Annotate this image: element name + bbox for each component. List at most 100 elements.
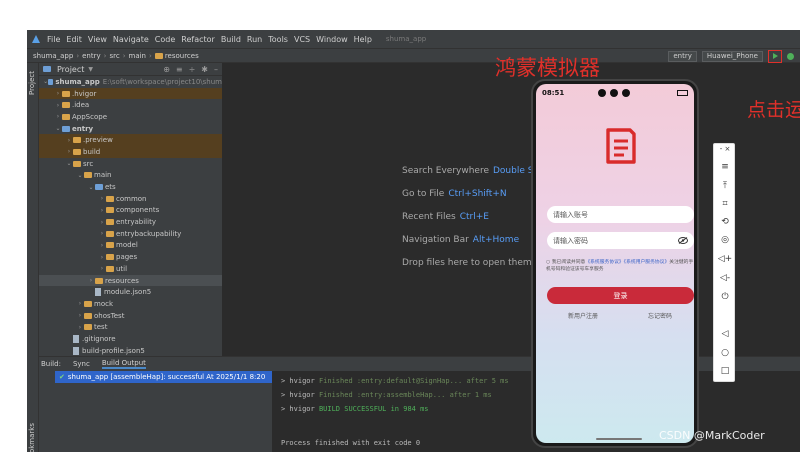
- chevron-right-icon[interactable]: ›: [76, 300, 84, 307]
- tree-item[interactable]: › mock: [39, 298, 222, 310]
- tree-item[interactable]: › .hvigor: [39, 87, 222, 100]
- locate-icon[interactable]: ⊕: [163, 65, 170, 74]
- chevron-down-icon[interactable]: ⌄: [76, 172, 84, 179]
- chevron-right-icon[interactable]: ›: [76, 324, 84, 331]
- chevron-right-icon[interactable]: ›: [54, 102, 62, 109]
- tree-item[interactable]: › test: [39, 321, 222, 333]
- run-button[interactable]: [768, 49, 782, 63]
- chevron-right-icon[interactable]: ›: [98, 219, 106, 226]
- breadcrumb-item[interactable]: entry: [79, 52, 104, 60]
- menu-window[interactable]: Window: [316, 35, 348, 44]
- bookmarks-tool-tab[interactable]: Bookmarks: [28, 423, 36, 452]
- hide-icon[interactable]: –: [214, 65, 218, 74]
- menu-build[interactable]: Build: [221, 35, 241, 44]
- rotate-icon[interactable]: ⟲: [714, 217, 736, 227]
- menu-navigate[interactable]: Navigate: [113, 35, 149, 44]
- tree-item[interactable]: › .preview: [39, 134, 222, 147]
- chevron-right-icon[interactable]: ›: [98, 254, 106, 261]
- project-panel-title[interactable]: Project: [57, 65, 84, 74]
- account-input[interactable]: 请输入账号: [547, 206, 694, 223]
- tree-item[interactable]: › AppScope: [39, 111, 222, 123]
- tree-item[interactable]: ⌄ main: [39, 170, 222, 182]
- menu-file[interactable]: File: [47, 35, 60, 44]
- volume-up-icon[interactable]: ◁+: [714, 254, 736, 264]
- chevron-right-icon[interactable]: ›: [65, 137, 73, 144]
- tree-item[interactable]: › pages: [39, 251, 222, 263]
- volume-down-icon[interactable]: ◁-: [714, 273, 736, 283]
- tree-item[interactable]: ⌄ ets: [39, 181, 222, 193]
- tree-item[interactable]: › entryability: [39, 216, 222, 228]
- tree-item[interactable]: › ohosTest: [39, 310, 222, 322]
- tree-item[interactable]: ⌄ src: [39, 158, 222, 170]
- breadcrumb-item[interactable]: main: [126, 52, 150, 60]
- menu-code[interactable]: Code: [155, 35, 175, 44]
- menu-icon[interactable]: ≡: [714, 162, 736, 172]
- tree-item-label: util: [116, 264, 128, 273]
- tree-item[interactable]: module.json5: [39, 286, 222, 298]
- tree-item[interactable]: › components: [39, 205, 222, 217]
- minimize-icon[interactable]: - ×: [714, 145, 736, 153]
- location-icon[interactable]: ◎: [714, 235, 736, 245]
- tree-item[interactable]: .gitignore: [39, 333, 222, 345]
- power-icon[interactable]: ⏻: [714, 292, 736, 302]
- tree-item[interactable]: › entrybackupability: [39, 228, 222, 240]
- tree-item[interactable]: build-profile.json5: [39, 345, 222, 356]
- home-icon[interactable]: ○: [714, 348, 736, 358]
- crop-icon[interactable]: ⌗: [714, 199, 736, 209]
- tab-build-output[interactable]: Build Output: [101, 359, 146, 369]
- expand-all-icon[interactable]: ÷: [189, 65, 196, 74]
- service-agreement-link[interactable]: 《系统服务协议》: [585, 260, 623, 265]
- forgot-password-link[interactable]: 忘记密码: [648, 311, 672, 320]
- recents-icon[interactable]: □: [714, 366, 736, 376]
- chevron-right-icon[interactable]: ›: [54, 113, 62, 120]
- chevron-right-icon[interactable]: ›: [98, 230, 106, 237]
- chevron-right-icon[interactable]: ›: [76, 312, 84, 319]
- breadcrumb-item[interactable]: resources: [152, 52, 202, 60]
- chevron-down-icon[interactable]: ▼: [88, 66, 93, 73]
- pin-top-icon[interactable]: ⤒: [714, 181, 736, 191]
- chevron-right-icon[interactable]: ›: [65, 148, 73, 155]
- collapse-all-icon[interactable]: ≡: [176, 65, 183, 74]
- menu-view[interactable]: View: [88, 35, 107, 44]
- breadcrumb-item[interactable]: shuma_app: [30, 52, 76, 60]
- chevron-right-icon[interactable]: ›: [98, 265, 106, 272]
- tree-item[interactable]: › common: [39, 193, 222, 205]
- tree-item[interactable]: › build: [39, 146, 222, 158]
- chevron-right-icon[interactable]: ›: [98, 195, 106, 202]
- back-icon[interactable]: ◁: [714, 329, 736, 339]
- tree-item[interactable]: ⌄ shuma_app E:\soft\workspace\project10\sh…: [39, 76, 222, 88]
- chevron-right-icon[interactable]: ›: [98, 242, 106, 249]
- menu-edit[interactable]: Edit: [66, 35, 82, 44]
- debug-icon[interactable]: [787, 52, 794, 60]
- module-selector[interactable]: entry: [668, 50, 697, 62]
- tree-item[interactable]: ⌄ entry: [39, 123, 222, 135]
- tree-item[interactable]: › util: [39, 263, 222, 275]
- chevron-right-icon[interactable]: ›: [87, 277, 95, 284]
- tree-item[interactable]: › .idea: [39, 99, 222, 111]
- project-tool-tab[interactable]: Project: [28, 71, 36, 95]
- build-result-row[interactable]: ✔ shuma_app [assembleHap]: successful At…: [55, 371, 272, 383]
- user-agreement-link[interactable]: 《系统用户服务协议》: [624, 260, 670, 265]
- chevron-right-icon[interactable]: ›: [98, 207, 106, 214]
- menu-refactor[interactable]: Refactor: [181, 35, 215, 44]
- login-button[interactable]: 登录: [547, 287, 694, 304]
- chevron-right-icon[interactable]: ›: [54, 90, 62, 97]
- watermark: CSDN @MarkCoder: [659, 429, 765, 442]
- chevron-down-icon[interactable]: ⌄: [65, 160, 73, 167]
- register-link[interactable]: 新用户注册: [568, 311, 598, 320]
- tab-sync[interactable]: Sync: [73, 360, 90, 368]
- menu-help[interactable]: Help: [354, 35, 372, 44]
- device-selector[interactable]: Huawei_Phone: [701, 50, 763, 62]
- chevron-down-icon[interactable]: ⌄: [54, 125, 62, 132]
- tree-item[interactable]: › model: [39, 240, 222, 252]
- breadcrumb-item[interactable]: src: [106, 52, 122, 60]
- tree-item[interactable]: › resources: [39, 274, 222, 287]
- menu-run[interactable]: Run: [247, 35, 262, 44]
- gear-icon[interactable]: ✱: [201, 65, 208, 74]
- password-input[interactable]: 请输入密码: [547, 232, 694, 249]
- menu-vcs[interactable]: VCS: [294, 35, 310, 44]
- phone-time: 08:51: [542, 89, 565, 97]
- chevron-down-icon[interactable]: ⌄: [87, 184, 95, 191]
- menu-tools[interactable]: Tools: [268, 35, 288, 44]
- eye-off-icon[interactable]: [678, 237, 688, 244]
